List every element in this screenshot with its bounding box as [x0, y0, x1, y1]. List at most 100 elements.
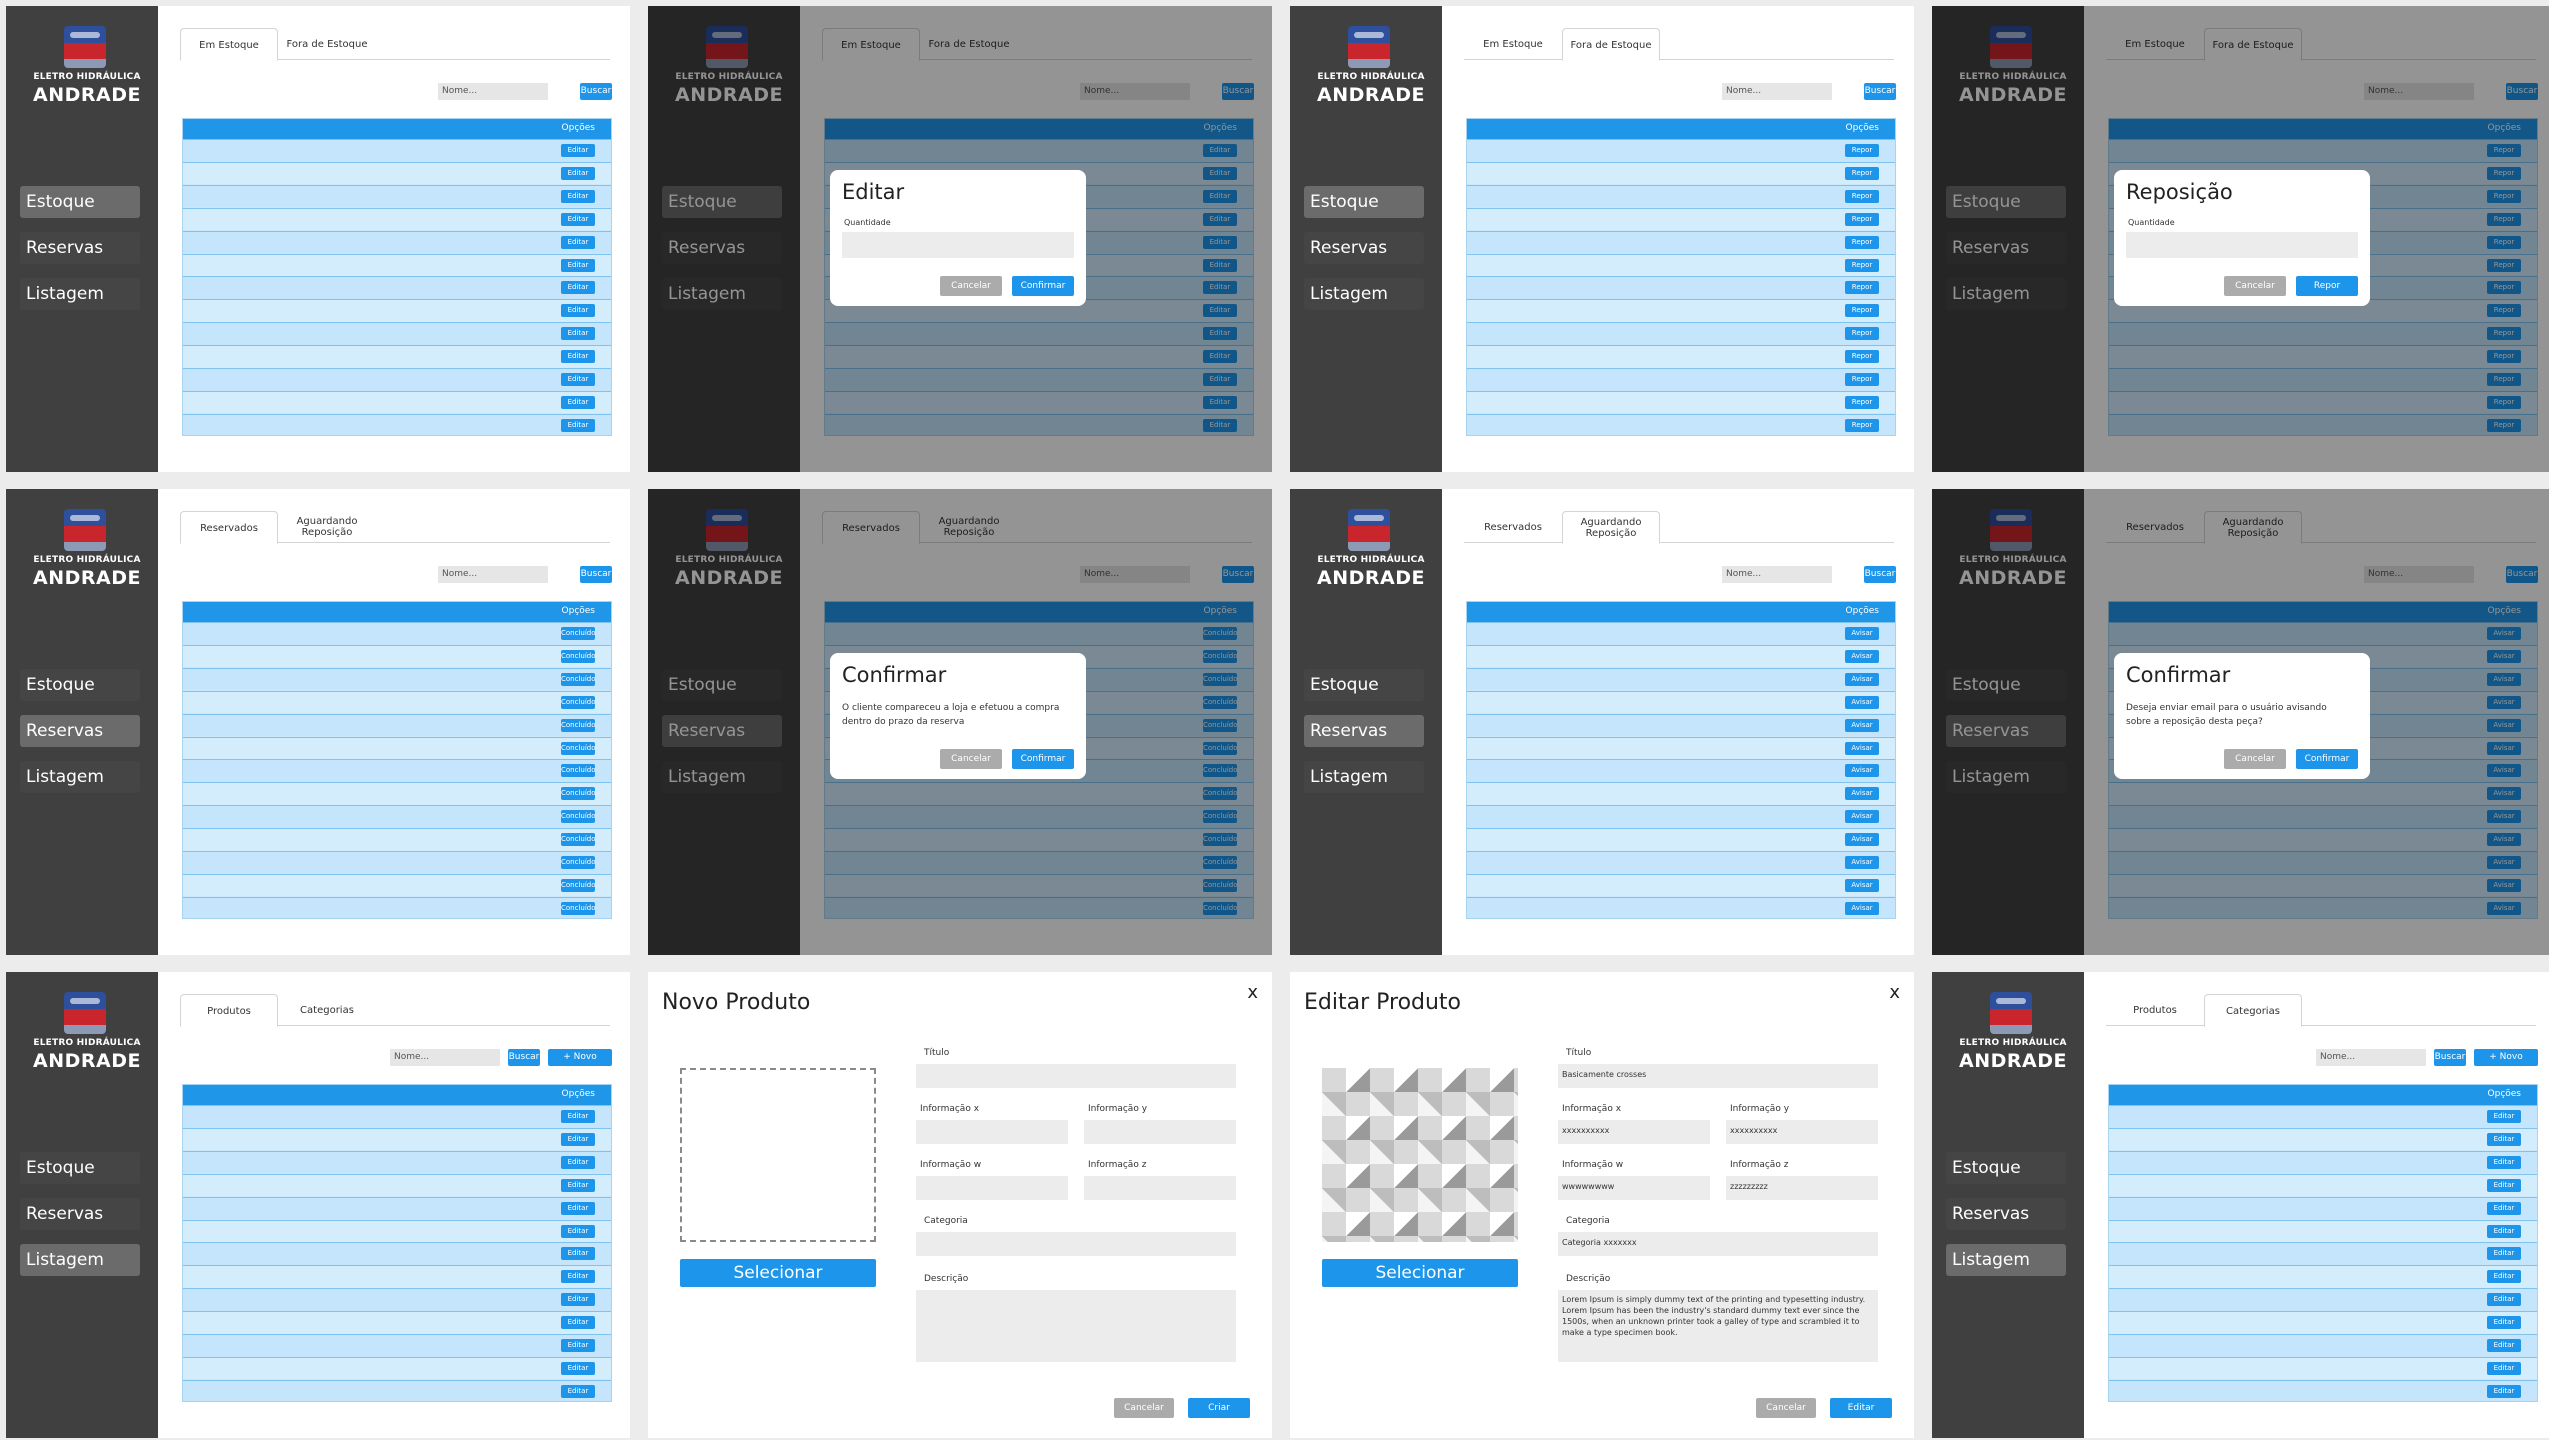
restock-button[interactable]: Repor	[2296, 276, 2358, 296]
nav-listagem[interactable]: Listagem	[20, 761, 140, 793]
save-button[interactable]: Editar	[1830, 1398, 1892, 1418]
row-action-button[interactable]: Editar	[561, 212, 595, 226]
tab-produtos[interactable]: Produtos	[180, 994, 278, 1027]
nav-reservas[interactable]: Reservas	[1304, 232, 1424, 264]
row-action-button[interactable]: Editar	[561, 1316, 595, 1330]
cancel-button[interactable]: Cancelar	[2224, 749, 2286, 769]
tab-reservados[interactable]: Reservados	[1464, 511, 1562, 544]
row-action-button[interactable]: Editar	[561, 395, 595, 409]
row-action-button[interactable]: Editar	[2487, 1224, 2521, 1238]
row-action-button[interactable]: Editar	[561, 1155, 595, 1169]
row-action-button[interactable]: Editar	[561, 235, 595, 249]
select-image-button[interactable]: Selecionar	[1322, 1259, 1518, 1287]
row-action-button[interactable]: Concluído	[561, 810, 596, 824]
info-z-input[interactable]: zzzzzzzzz	[1726, 1176, 1878, 1200]
quantity-input[interactable]	[2126, 232, 2358, 258]
close-icon[interactable]: x	[1247, 982, 1258, 1003]
row-action-button[interactable]: Repor	[1845, 281, 1879, 295]
row-action-button[interactable]: Editar	[561, 418, 595, 432]
quantity-input[interactable]	[842, 232, 1074, 258]
row-action-button[interactable]: Concluído	[561, 901, 596, 915]
close-icon[interactable]: x	[1889, 982, 1900, 1003]
row-action-button[interactable]: Editar	[2487, 1155, 2521, 1169]
search-button[interactable]: Buscar	[508, 1049, 540, 1066]
row-action-button[interactable]: Repor	[1845, 418, 1879, 432]
descricao-textarea[interactable]: Lorem Ipsum is simply dummy text of the …	[1558, 1290, 1878, 1362]
descricao-textarea[interactable]	[916, 1290, 1236, 1362]
row-action-button[interactable]: Editar	[561, 1178, 595, 1192]
tab-categorias[interactable]: Categorias	[2204, 994, 2302, 1027]
info-w-input[interactable]: wwwwwwww	[1558, 1176, 1710, 1200]
tab-em-estoque[interactable]: Em Estoque	[180, 28, 278, 61]
row-action-button[interactable]: Repor	[1845, 235, 1879, 249]
tab-fora-estoque[interactable]: Fora de Estoque	[278, 28, 376, 61]
add-category-button[interactable]: + Novo	[2474, 1049, 2538, 1066]
nav-estoque[interactable]: Estoque	[20, 1152, 140, 1184]
search-button[interactable]: Buscar	[2434, 1049, 2466, 1066]
nav-reservas[interactable]: Reservas	[20, 715, 140, 747]
row-action-button[interactable]: Concluído	[561, 649, 596, 663]
confirm-button[interactable]: Confirmar	[1012, 749, 1074, 769]
row-action-button[interactable]: Editar	[561, 1384, 595, 1398]
nav-listagem[interactable]: Listagem	[1946, 1244, 2066, 1276]
row-action-button[interactable]: Avisar	[1845, 856, 1879, 869]
row-action-button[interactable]: Editar	[2487, 1316, 2521, 1330]
row-action-button[interactable]: Editar	[2487, 1293, 2521, 1307]
row-action-button[interactable]: Editar	[561, 1270, 595, 1284]
search-button[interactable]: Buscar	[1864, 566, 1896, 583]
row-action-button[interactable]: Repor	[1845, 166, 1879, 180]
search-button[interactable]: Buscar	[1864, 83, 1896, 100]
row-action-button[interactable]: Editar	[561, 304, 595, 318]
nav-reservas[interactable]: Reservas	[20, 1198, 140, 1230]
row-action-button[interactable]: Concluído	[561, 672, 596, 686]
row-action-button[interactable]: Repor	[1845, 189, 1879, 203]
row-action-button[interactable]: Editar	[561, 189, 595, 203]
tab-aguardando-reposicao[interactable]: Aguardando Reposição	[278, 511, 376, 544]
row-action-button[interactable]: Concluído	[561, 764, 596, 778]
row-action-button[interactable]: Editar	[2487, 1361, 2521, 1375]
nav-reservas[interactable]: Reservas	[1304, 715, 1424, 747]
tab-produtos[interactable]: Produtos	[2106, 994, 2204, 1027]
search-input[interactable]: Nome...	[390, 1049, 500, 1066]
row-action-button[interactable]: Repor	[1845, 258, 1879, 272]
row-action-button[interactable]: Avisar	[1845, 672, 1879, 686]
image-dropzone[interactable]	[680, 1068, 876, 1242]
nav-reservas[interactable]: Reservas	[20, 232, 140, 264]
row-action-button[interactable]: Editar	[561, 373, 595, 386]
row-action-button[interactable]: Editar	[2487, 1178, 2521, 1192]
row-action-button[interactable]: Concluído	[561, 627, 596, 640]
cancel-button[interactable]: Cancelar	[940, 276, 1002, 296]
categoria-input[interactable]	[916, 1232, 1236, 1256]
create-button[interactable]: Criar	[1188, 1398, 1250, 1418]
tab-fora-estoque[interactable]: Fora de Estoque	[1562, 28, 1660, 61]
nav-listagem[interactable]: Listagem	[20, 278, 140, 310]
row-action-button[interactable]: Concluído	[561, 833, 596, 847]
confirm-button[interactable]: Confirmar	[2296, 749, 2358, 769]
row-action-button[interactable]: Editar	[2487, 1132, 2521, 1146]
row-action-button[interactable]: Concluído	[561, 856, 596, 869]
nav-estoque[interactable]: Estoque	[20, 669, 140, 701]
row-action-button[interactable]: Avisar	[1845, 764, 1879, 778]
row-action-button[interactable]: Editar	[561, 327, 595, 341]
search-input[interactable]: Nome...	[1722, 566, 1832, 583]
row-action-button[interactable]: Editar	[2487, 1247, 2521, 1261]
row-action-button[interactable]: Avisar	[1845, 787, 1879, 801]
search-button[interactable]: Buscar	[580, 83, 612, 100]
row-action-button[interactable]: Editar	[561, 281, 595, 295]
row-action-button[interactable]: Concluído	[561, 787, 596, 801]
row-action-button[interactable]: Concluído	[561, 878, 596, 892]
row-action-button[interactable]: Repor	[1845, 304, 1879, 318]
row-action-button[interactable]: Editar	[561, 1224, 595, 1238]
row-action-button[interactable]: Editar	[561, 1361, 595, 1375]
row-action-button[interactable]: Editar	[561, 1201, 595, 1215]
nav-listagem[interactable]: Listagem	[1304, 278, 1424, 310]
row-action-button[interactable]: Editar	[561, 166, 595, 180]
product-image[interactable]	[1322, 1068, 1518, 1242]
row-action-button[interactable]: Repor	[1845, 350, 1879, 364]
nav-estoque[interactable]: Estoque	[1304, 669, 1424, 701]
row-action-button[interactable]: Editar	[561, 144, 595, 157]
row-action-button[interactable]: Editar	[2487, 1270, 2521, 1284]
info-y-input[interactable]	[1084, 1120, 1236, 1144]
select-image-button[interactable]: Selecionar	[680, 1259, 876, 1287]
add-product-button[interactable]: + Novo	[548, 1049, 612, 1066]
